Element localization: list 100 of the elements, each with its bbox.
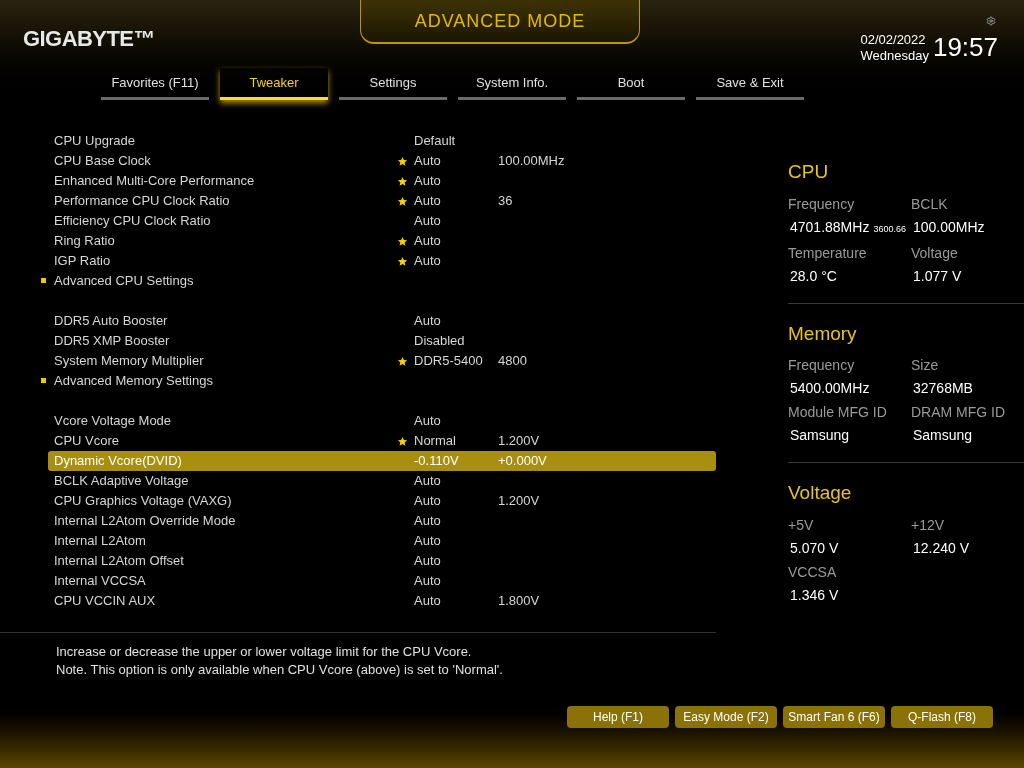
bullet-icon xyxy=(41,278,46,283)
setting-row[interactable]: CPU VCCIN AUX Auto 1.800V xyxy=(48,591,716,611)
function-key-button[interactable]: Smart Fan 6 (F6) xyxy=(783,706,885,728)
info-label: Frequency xyxy=(788,356,856,374)
info-value: 1.077 V xyxy=(912,266,962,285)
setting-row[interactable]: Internal L2Atom Auto xyxy=(48,531,716,551)
setting-row[interactable]: Enhanced Multi-Core Performance Auto xyxy=(48,171,716,191)
menu-tab[interactable]: Favorites (F11) xyxy=(101,68,209,100)
settings-icon[interactable] xyxy=(986,16,996,26)
setting-label: IGP Ratio xyxy=(53,252,112,271)
setting-value: Default xyxy=(413,132,457,151)
info-label: Temperature xyxy=(788,243,868,262)
current-value: +0.000V xyxy=(498,452,547,471)
info-value: 4701.88MHz xyxy=(789,217,870,236)
setting-row[interactable]: CPU Graphics Voltage (VAXG) Auto 1.200V xyxy=(48,491,716,511)
setting-value: Auto xyxy=(413,532,442,551)
menu-tab[interactable]: Boot xyxy=(577,68,685,100)
mode-title: ADVANCED MODE xyxy=(414,9,586,33)
setting-label: DDR5 XMP Booster xyxy=(53,332,171,351)
setting-row[interactable]: BCLK Adaptive Voltage Auto xyxy=(48,471,716,491)
setting-row[interactable]: Internal L2Atom Offset Auto xyxy=(48,551,716,571)
menu-tab[interactable]: System Info. xyxy=(458,68,566,100)
setting-value: Normal xyxy=(413,432,457,451)
current-value: 1.800V xyxy=(498,592,540,611)
submenu-row[interactable]: Advanced CPU Settings xyxy=(48,271,716,291)
info-label: Frequency xyxy=(788,194,856,213)
setting-label: CPU Upgrade xyxy=(53,132,136,151)
menu-tab[interactable]: Settings xyxy=(339,68,447,100)
info-value: 100.00MHz xyxy=(912,217,985,236)
function-key-button[interactable]: Easy Mode (F2) xyxy=(675,706,777,728)
setting-label: Internal VCCSA xyxy=(53,572,147,591)
setting-value: Auto xyxy=(413,492,442,511)
current-value: 4800 xyxy=(498,352,527,371)
setting-row[interactable]: DDR5 XMP Booster Disabled xyxy=(48,331,716,351)
setting-value: Auto xyxy=(413,312,442,331)
setting-row[interactable]: CPU Upgrade Default xyxy=(48,131,716,151)
setting-row[interactable]: Vcore Voltage Mode Auto xyxy=(48,411,716,431)
info-label: Module MFG ID xyxy=(788,403,888,421)
info-value: 28.0 °C xyxy=(789,266,837,285)
setting-label: Vcore Voltage Mode xyxy=(53,412,173,431)
setting-value: Auto xyxy=(413,512,442,531)
setting-value: Auto xyxy=(413,152,442,171)
setting-row[interactable]: CPU Base Clock Auto 100.00MHz xyxy=(48,151,716,171)
setting-value: Auto xyxy=(413,212,442,231)
info-label: Voltage xyxy=(911,243,959,262)
setting-row[interactable]: CPU Vcore Normal 1.200V xyxy=(48,431,716,451)
setting-value: Auto xyxy=(413,592,442,611)
setting-label: Efficiency CPU Clock Ratio xyxy=(53,212,212,231)
function-key-button[interactable]: Q-Flash (F8) xyxy=(891,706,993,728)
section-title: CPU xyxy=(788,160,830,184)
info-value: 5400.00MHz xyxy=(789,379,870,397)
section-title: Memory xyxy=(788,321,858,346)
setting-label: BCLK Adaptive Voltage xyxy=(53,472,190,491)
info-label: VCCSA xyxy=(788,562,838,581)
setting-label: CPU Vcore xyxy=(53,432,121,451)
setting-value: Auto xyxy=(413,252,442,271)
setting-label: Ring Ratio xyxy=(53,232,116,251)
current-value: 36 xyxy=(498,192,513,211)
info-value: 32768MB xyxy=(912,379,973,397)
setting-row[interactable]: DDR5 Auto Booster Auto xyxy=(48,311,716,331)
help-text: Note. This option is only available when CPU Vcore (above) is set to 'Normal'. xyxy=(56,661,504,679)
setting-value: DDR5-5400 xyxy=(413,352,484,371)
setting-label: Performance CPU Clock Ratio xyxy=(53,192,231,211)
info-label: DRAM MFG ID xyxy=(911,403,1007,421)
setting-label: System Memory Multiplier xyxy=(53,352,205,371)
setting-label: Enhanced Multi-Core Performance xyxy=(53,172,256,191)
setting-value: Auto xyxy=(413,552,442,571)
setting-value: Auto xyxy=(413,412,442,431)
bullet-icon xyxy=(41,378,46,383)
info-value: 5.070 V xyxy=(789,538,839,557)
info-note: 3600.66 xyxy=(873,222,906,236)
setting-value: Auto xyxy=(413,192,442,211)
menu-tab[interactable]: Tweaker xyxy=(220,68,328,100)
function-key-button[interactable]: Help (F1) xyxy=(567,706,669,728)
setting-row[interactable]: Internal L2Atom Override Mode Auto xyxy=(48,511,716,531)
submenu-row[interactable]: Advanced Memory Settings xyxy=(48,371,716,391)
setting-value: Auto xyxy=(413,172,442,191)
setting-row[interactable]: Internal VCCSA Auto xyxy=(48,571,716,591)
setting-value: Disabled xyxy=(413,332,466,351)
info-value: Samsung xyxy=(912,426,973,444)
setting-label: DDR5 Auto Booster xyxy=(53,312,169,331)
setting-value: Auto xyxy=(413,572,442,591)
current-value: 1.200V xyxy=(498,432,540,451)
info-label: +12V xyxy=(911,515,946,534)
setting-label: Internal L2Atom Override Mode xyxy=(53,512,237,531)
weekday-text: Wednesday xyxy=(860,48,929,64)
section-title: Voltage xyxy=(788,481,853,505)
setting-row[interactable]: Performance CPU Clock Ratio Auto 36 xyxy=(48,191,716,211)
menu-tab[interactable]: Save & Exit xyxy=(696,68,804,100)
setting-row[interactable]: IGP Ratio Auto xyxy=(48,251,716,271)
setting-row[interactable]: Efficiency CPU Clock Ratio Auto xyxy=(48,211,716,231)
setting-row[interactable]: Ring Ratio Auto xyxy=(48,231,716,251)
setting-value: -0.110V xyxy=(413,452,460,471)
info-value: Samsung xyxy=(789,426,850,444)
help-text: Increase or decrease the upper or lower voltage limit for the CPU Vcore. xyxy=(56,643,473,661)
setting-row[interactable]: System Memory Multiplier DDR5-5400 4800 xyxy=(48,351,716,371)
setting-label: CPU Graphics Voltage (VAXG) xyxy=(53,492,233,511)
brand-logo: GIGABYTE™ xyxy=(23,26,155,51)
info-label: Size xyxy=(911,356,940,374)
setting-label: Dynamic Vcore(DVID) xyxy=(53,452,183,471)
